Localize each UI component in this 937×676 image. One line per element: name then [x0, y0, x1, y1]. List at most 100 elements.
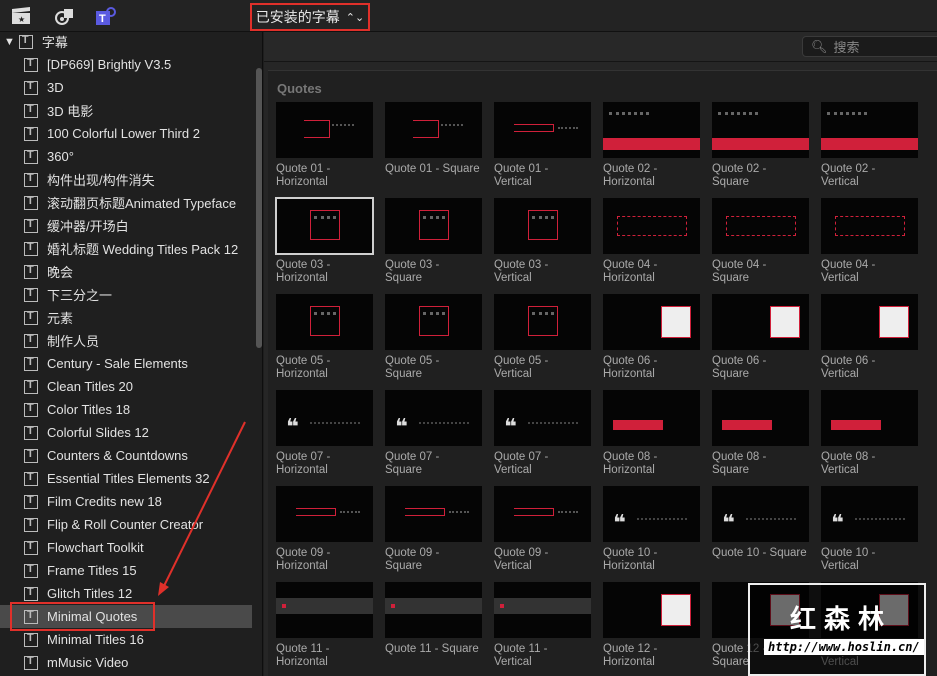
thumbnail-preview[interactable] — [276, 582, 373, 638]
title-thumbnail-item[interactable]: Quote 05 - Square — [385, 294, 482, 381]
thumbnail-preview[interactable] — [603, 390, 700, 446]
sidebar-item[interactable]: [DP669] Brightly V3.5 — [0, 53, 252, 76]
sidebar-item[interactable]: 制作人员 — [0, 329, 252, 352]
sidebar-item[interactable]: 滚动翻页标题Animated Typeface — [0, 191, 252, 214]
title-thumbnail-item[interactable]: Quote 03 - Square — [385, 198, 482, 285]
thumbnail-preview[interactable] — [603, 582, 700, 638]
sidebar-root-titles[interactable]: ▼ 字幕 — [0, 30, 252, 53]
thumbnail-caption: Quote 01 - Vertical — [494, 163, 549, 188]
title-thumbnail-item[interactable]: Quote 03 - Horizontal — [275, 197, 374, 285]
thumbnail-preview[interactable]: ❝ — [712, 486, 809, 542]
title-thumbnail-item[interactable]: Quote 09 - Square — [385, 486, 482, 573]
title-thumbnail-item[interactable]: Quote 02 - Horizontal — [603, 102, 700, 189]
title-thumbnail-item[interactable]: Quote 11 - Horizontal — [276, 582, 373, 669]
title-thumbnail-item[interactable]: ❝ Quote 07 - Square — [385, 390, 482, 477]
sidebar-scrollbar[interactable] — [256, 68, 262, 348]
title-thumbnail-item[interactable]: Quote 04 - Horizontal — [603, 198, 700, 285]
title-thumbnail-item[interactable]: Quote 06 - Square — [712, 294, 809, 381]
title-thumbnail-item[interactable]: Quote 04 - Vertical — [821, 198, 918, 285]
title-thumbnail-item[interactable]: Quote 09 - Horizontal — [276, 486, 373, 573]
thumbnail-preview[interactable] — [385, 582, 482, 638]
title-thumbnail-item[interactable]: Quote 01 - Vertical — [494, 102, 591, 189]
sidebar-item[interactable]: 100 Colorful Lower Third 2 — [0, 122, 252, 145]
thumbnail-preview[interactable] — [821, 198, 918, 254]
clapper-icon[interactable]: ★ — [11, 7, 31, 25]
thumbnail-preview[interactable]: ❝ — [385, 390, 482, 446]
thumbnail-preview[interactable] — [712, 198, 809, 254]
chevron-updown-icon: ⌃⌄ — [345, 11, 365, 24]
thumbnail-preview[interactable] — [276, 486, 373, 542]
title-icon — [24, 126, 38, 141]
sidebar-item[interactable]: 构件出现/构件消失 — [0, 168, 252, 191]
title-thumbnail-item[interactable]: Quote 08 - Vertical — [821, 390, 918, 477]
thumbnail-preview[interactable] — [385, 102, 482, 158]
title-thumbnail-item[interactable]: Quote 02 - Square — [712, 102, 809, 189]
sidebar-item[interactable]: 元素 — [0, 306, 252, 329]
sidebar-item[interactable]: 3D — [0, 76, 252, 99]
thumbnail-preview[interactable] — [494, 102, 591, 158]
thumbnail-preview[interactable] — [821, 294, 918, 350]
sidebar-item[interactable]: Century - Sale Elements — [0, 352, 252, 375]
title-thumbnail-item[interactable]: Quote 12 - Horizontal — [603, 582, 700, 669]
search-input[interactable]: 🔍︎ 搜索 — [802, 36, 937, 57]
music-photo-icon[interactable] — [54, 7, 74, 25]
title-thumbnail-item[interactable]: Quote 11 - Square — [385, 582, 482, 656]
title-thumbnail-item[interactable]: Quote 01 - Horizontal — [276, 102, 373, 189]
thumbnail-preview[interactable] — [603, 102, 700, 158]
thumbnail-preview[interactable] — [821, 390, 918, 446]
thumbnail-preview[interactable] — [603, 198, 700, 254]
thumbnail-preview[interactable] — [385, 486, 482, 542]
sidebar-item[interactable]: Color Titles 18 — [0, 398, 252, 421]
title-thumbnail-item[interactable]: Quote 06 - Horizontal — [603, 294, 700, 381]
sidebar-item[interactable]: 360° — [0, 145, 252, 168]
title-thumbnail-item[interactable]: Quote 03 - Vertical — [494, 198, 591, 285]
thumbnail-preview[interactable] — [712, 390, 809, 446]
thumbnail-preview[interactable]: ❝ — [494, 390, 591, 446]
title-thumbnail-item[interactable]: Quote 08 - Horizontal — [603, 390, 700, 477]
title-thumbnail-item[interactable]: ❝ Quote 10 - Vertical — [821, 486, 918, 573]
thumbnail-preview[interactable] — [821, 102, 918, 158]
titles-source-picker[interactable]: 已安装的字幕 ⌃⌄ — [250, 3, 370, 31]
disclosure-triangle-icon[interactable]: ▼ — [4, 36, 15, 48]
thumbnail-preview[interactable] — [494, 582, 591, 638]
thumbnail-preview[interactable]: ❝ — [603, 486, 700, 542]
thumbnail-caption: Quote 09 - Horizontal — [276, 547, 331, 572]
sidebar-item[interactable]: 缓冲器/开场白 — [0, 214, 252, 237]
title-thumbnail-item[interactable]: ❝ Quote 10 - Square — [712, 486, 809, 560]
title-icon — [24, 287, 38, 302]
thumbnail-preview[interactable] — [494, 486, 591, 542]
title-thumbnail-item[interactable]: Quote 01 - Square — [385, 102, 482, 176]
sidebar-item[interactable]: 3D 电影 — [0, 99, 252, 122]
sidebar-item[interactable]: Clean Titles 20 — [0, 375, 252, 398]
thumbnail-preview[interactable] — [276, 102, 373, 158]
title-thumbnail-item[interactable]: Quote 05 - Vertical — [494, 294, 591, 381]
title-thumbnail-item[interactable]: Quote 09 - Vertical — [494, 486, 591, 573]
thumbnail-preview[interactable] — [712, 102, 809, 158]
thumbnail-preview[interactable] — [494, 294, 591, 350]
thumbnail-preview[interactable] — [385, 294, 482, 350]
title-thumbnail-item[interactable]: Quote 06 - Vertical — [821, 294, 918, 381]
thumbnail-preview[interactable] — [494, 198, 591, 254]
sidebar-item[interactable]: 婚礼标题 Wedding Titles Pack 12 — [0, 237, 252, 260]
sidebar-item[interactable]: 晚会 — [0, 260, 252, 283]
sidebar-item[interactable]: 下三分之一 — [0, 283, 252, 306]
thumbnail-preview[interactable] — [603, 294, 700, 350]
thumbnail-caption: Quote 11 - Square — [385, 643, 479, 655]
title-thumbnail-item[interactable]: Quote 04 - Square — [712, 198, 809, 285]
title-thumbnail-item[interactable]: Quote 05 - Horizontal — [276, 294, 373, 381]
title-thumbnail-item[interactable]: Quote 11 - Vertical — [494, 582, 591, 669]
sidebar-item[interactable]: Minimal Titles 16 — [0, 628, 252, 651]
titles-icon[interactable]: T — [96, 7, 116, 25]
title-thumbnail-item[interactable]: ❝ Quote 10 - Horizontal — [603, 486, 700, 573]
title-thumbnail-item[interactable]: Quote 08 - Square — [712, 390, 809, 477]
title-thumbnail-item[interactable]: ❝ Quote 07 - Vertical — [494, 390, 591, 477]
sidebar-item[interactable]: mMusic Video — [0, 651, 252, 674]
title-thumbnail-item[interactable]: ❝ Quote 07 - Horizontal — [276, 390, 373, 477]
thumbnail-preview[interactable] — [275, 197, 374, 255]
thumbnail-preview[interactable]: ❝ — [821, 486, 918, 542]
thumbnail-preview[interactable] — [385, 198, 482, 254]
thumbnail-preview[interactable] — [276, 294, 373, 350]
title-thumbnail-item[interactable]: Quote 02 - Vertical — [821, 102, 918, 189]
thumbnail-preview[interactable] — [712, 294, 809, 350]
thumbnail-preview[interactable]: ❝ — [276, 390, 373, 446]
